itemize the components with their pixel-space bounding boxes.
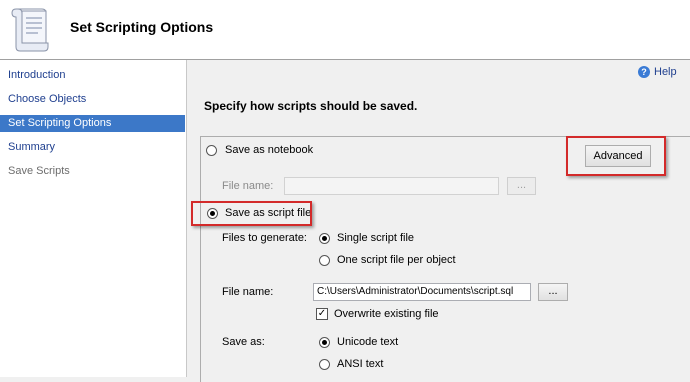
instruction-text: Specify how scripts should be saved. xyxy=(204,99,418,113)
one-script-per-object-label: One script file per object xyxy=(337,254,456,266)
single-script-file-label: Single script file xyxy=(337,232,415,244)
nav-item-introduction[interactable]: Introduction xyxy=(0,67,185,84)
unicode-text-radio[interactable] xyxy=(319,337,330,348)
nav-item-save-scripts: Save Scripts xyxy=(8,165,70,177)
help-icon: ? xyxy=(638,66,650,79)
help-link[interactable]: ? Help xyxy=(638,64,677,80)
save-as-label: Save as: xyxy=(222,336,265,348)
overwrite-label: Overwrite existing file xyxy=(334,308,439,320)
page-title: Set Scripting Options xyxy=(70,19,214,35)
help-label: Help xyxy=(654,66,677,78)
advanced-button[interactable]: Advanced xyxy=(585,145,651,167)
ansi-text-label: ANSI text xyxy=(337,358,384,370)
files-to-generate-label: Files to generate: xyxy=(222,232,307,244)
save-as-script-file-label: Save as script file xyxy=(225,207,312,219)
ansi-text-radio[interactable] xyxy=(319,359,330,370)
wizard-header: Set Scripting Options xyxy=(0,0,690,60)
script-scroll-icon xyxy=(11,8,49,52)
save-as-script-file-radio[interactable] xyxy=(207,208,218,219)
notebook-browse-button[interactable]: ... xyxy=(507,177,536,195)
notebook-filename-label: File name: xyxy=(222,180,274,192)
save-as-notebook-radio[interactable] xyxy=(206,145,217,156)
overwrite-checkbox[interactable]: ✓ xyxy=(316,308,328,320)
nav-item-summary[interactable]: Summary xyxy=(0,139,185,156)
nav-item-choose-objects[interactable]: Choose Objects xyxy=(0,91,185,108)
notebook-filename-input[interactable] xyxy=(284,177,499,195)
one-script-per-object-radio[interactable] xyxy=(319,255,330,266)
nav-item-set-scripting-options[interactable]: Set Scripting Options xyxy=(0,115,185,132)
wizard-nav: Introduction Choose Objects Set Scriptin… xyxy=(0,60,187,377)
save-as-notebook-label: Save as notebook xyxy=(225,144,314,156)
filename-input[interactable]: C:\Users\Administrator\Documents\script.… xyxy=(313,283,531,301)
browse-button[interactable]: ... xyxy=(538,283,568,301)
filename-label: File name: xyxy=(222,286,274,298)
unicode-text-label: Unicode text xyxy=(337,336,399,348)
single-script-file-radio[interactable] xyxy=(319,233,330,244)
